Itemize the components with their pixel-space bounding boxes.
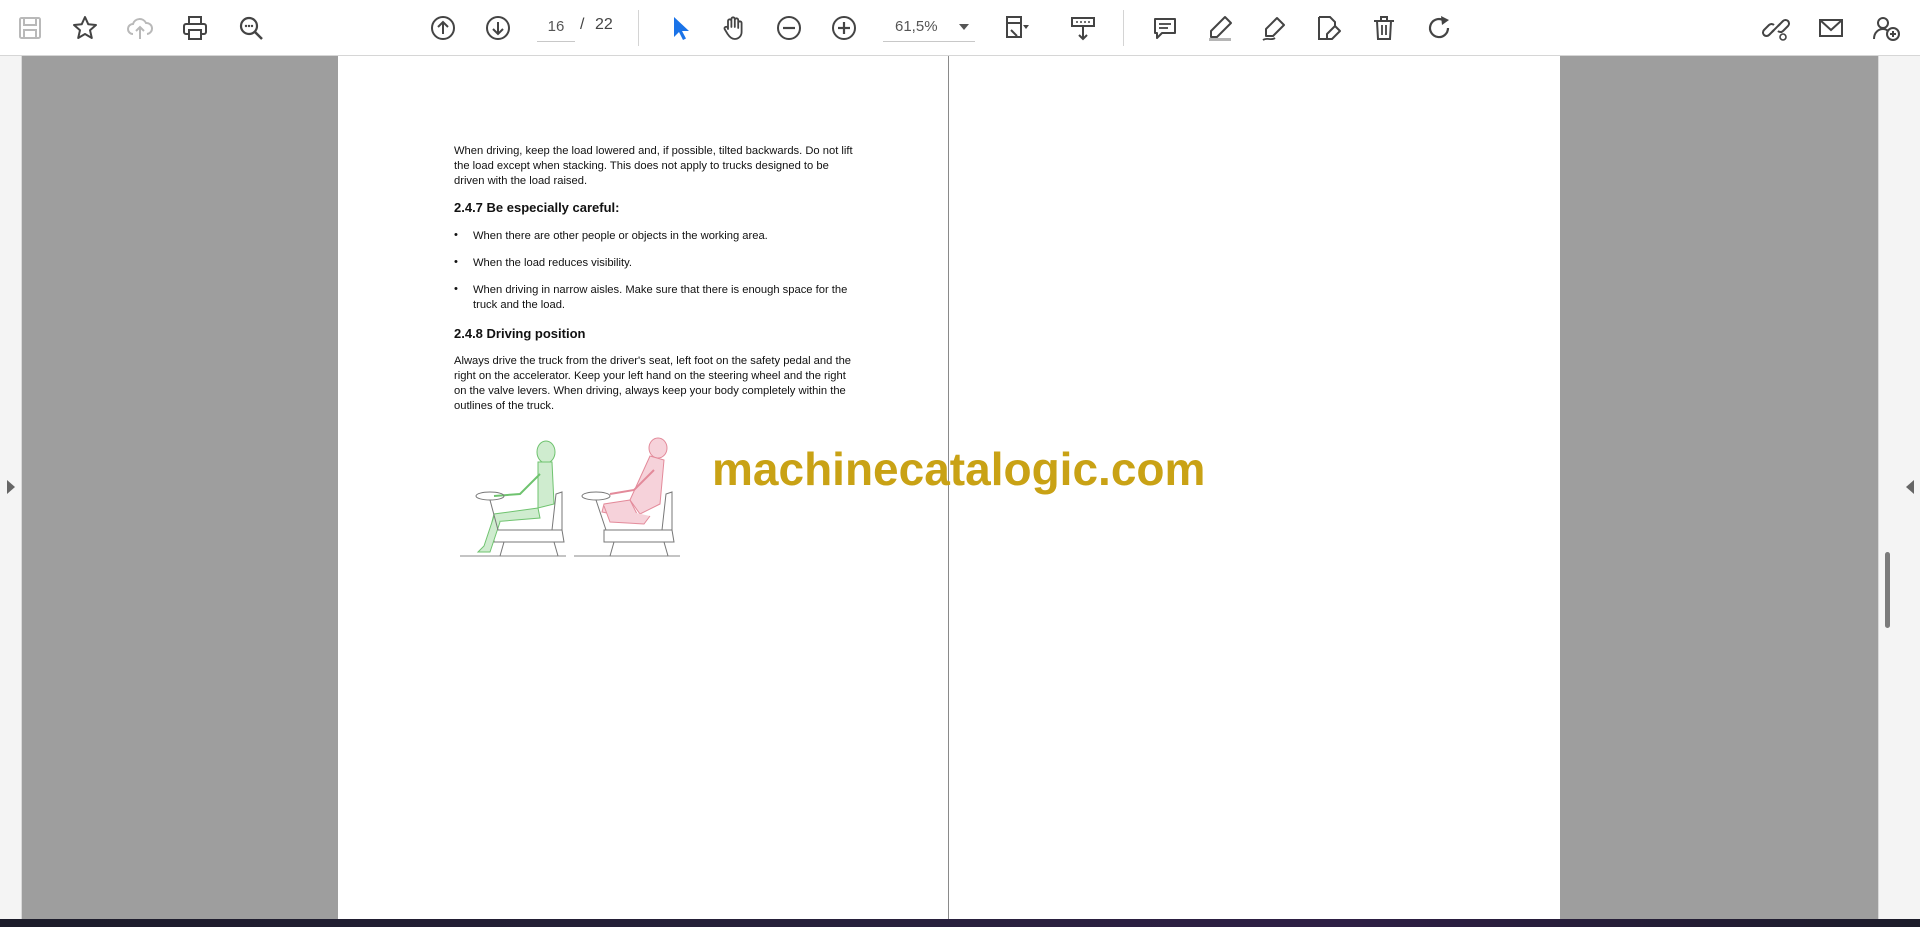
- bullet-marker: •: [454, 256, 458, 268]
- share-link-icon[interactable]: [1756, 8, 1796, 48]
- watermark-text: machinecatalogic.com: [712, 443, 1206, 495]
- document-viewer[interactable]: When driving, keep the load lowered and,…: [0, 56, 1920, 919]
- save-icon[interactable]: [10, 8, 50, 48]
- bullet-marker: •: [454, 283, 458, 295]
- hand-pan-icon[interactable]: [714, 8, 754, 48]
- section-heading-2-4-8: 2.4.8 Driving position: [454, 326, 586, 341]
- zoom-in-icon[interactable]: [824, 8, 864, 48]
- bullet-item: When there are other people or objects i…: [473, 230, 768, 242]
- taskbar-strip: [0, 919, 1920, 927]
- rotate-icon[interactable]: [1419, 8, 1459, 48]
- page-number-input[interactable]: [537, 12, 575, 42]
- bullet-item: When the load reduces visibility.: [473, 257, 632, 269]
- page-total: 22: [595, 16, 613, 33]
- zoom-out-icon[interactable]: [769, 8, 809, 48]
- zoom-dropdown[interactable]: 61,5%: [883, 12, 975, 42]
- toolbar: / 22 61,5%: [0, 0, 1920, 56]
- zoom-value: 61,5%: [895, 18, 938, 35]
- print-icon[interactable]: [175, 8, 215, 48]
- delete-trash-icon[interactable]: [1364, 8, 1404, 48]
- intro-paragraph: When driving, keep the load lowered and,…: [454, 145, 853, 187]
- driving-position-figure: [460, 437, 680, 557]
- expand-left-panel-icon[interactable]: [7, 480, 15, 494]
- highlight-pen-icon[interactable]: [1200, 8, 1240, 48]
- page-down-icon[interactable]: [478, 8, 518, 48]
- edit-document-icon[interactable]: [1308, 8, 1348, 48]
- toolbar-divider: [1123, 10, 1124, 46]
- email-icon[interactable]: [1811, 8, 1851, 48]
- add-user-icon[interactable]: [1866, 8, 1906, 48]
- expand-right-panel-icon[interactable]: [1906, 480, 1914, 494]
- vertical-scrollbar-thumb[interactable]: [1885, 552, 1890, 628]
- bullet-marker: •: [454, 229, 458, 241]
- select-cursor-icon[interactable]: [660, 8, 700, 48]
- page-separator: /: [580, 16, 585, 33]
- cloud-upload-icon[interactable]: [120, 8, 160, 48]
- sign-pen-icon[interactable]: [1254, 8, 1294, 48]
- bullet-item: When driving in narrow aisles. Make sure…: [473, 284, 848, 311]
- section-heading-2-4-7: 2.4.7 Be especially careful:: [454, 200, 620, 215]
- toolbar-divider: [638, 10, 639, 46]
- right-panel-strip: [1878, 56, 1920, 919]
- page-up-icon[interactable]: [423, 8, 463, 48]
- zoom-search-icon[interactable]: [231, 8, 271, 48]
- fit-page-icon[interactable]: [996, 8, 1036, 48]
- left-panel-strip: [0, 56, 22, 919]
- driving-position-paragraph: Always drive the truck from the driver's…: [454, 355, 852, 412]
- bookmark-star-icon[interactable]: [65, 8, 105, 48]
- scroll-mode-icon[interactable]: [1063, 8, 1103, 48]
- comment-icon[interactable]: [1145, 8, 1185, 48]
- chevron-down-icon: [959, 24, 969, 30]
